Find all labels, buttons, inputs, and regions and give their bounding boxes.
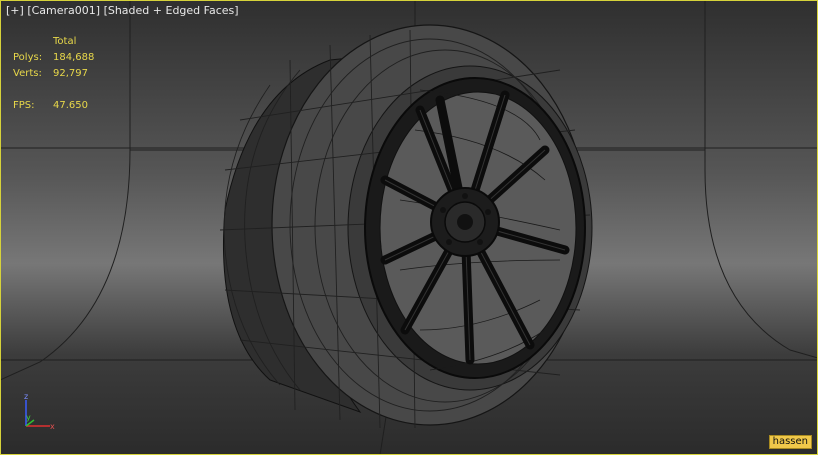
axis-y-label: y (26, 413, 31, 422)
stats-row-polys: Polys: 184,688 (13, 50, 94, 66)
polys-value: 184,688 (53, 52, 95, 63)
axis-x-label: x (50, 422, 55, 431)
verts-label: Verts: (13, 68, 42, 79)
fps-label: FPS: (13, 100, 35, 111)
stats-header: Total (53, 36, 77, 47)
tire (219, 24, 593, 429)
fps-value: 47.650 (53, 100, 88, 111)
stats-row-verts: Verts: 92,797 (13, 66, 94, 82)
viewport-menu-button[interactable]: [+] (6, 4, 24, 17)
rim-hub (430, 187, 500, 257)
verts-value: 92,797 (53, 68, 88, 79)
user-badge: hassen (768, 435, 812, 449)
polys-label: Polys: (13, 52, 43, 63)
viewport-camera-button[interactable]: [Camera001] (27, 4, 100, 17)
viewport-label: [+] [Camera001] [Shaded + Edged Faces] (6, 4, 239, 17)
stats-row-fps: FPS: 47.650 (13, 98, 94, 114)
viewport-shading-button[interactable]: [Shaded + Edged Faces] (104, 4, 239, 17)
axis-z-label: z (24, 392, 28, 401)
axis-tripod-icon: z x y (24, 392, 55, 431)
wheel-scene (0, 0, 818, 455)
scene-statistics: Total Polys: 184,688 Verts: 92,797 FPS: … (13, 34, 94, 114)
viewport-camera001[interactable]: [+] [Camera001] [Shaded + Edged Faces] T… (0, 0, 818, 455)
